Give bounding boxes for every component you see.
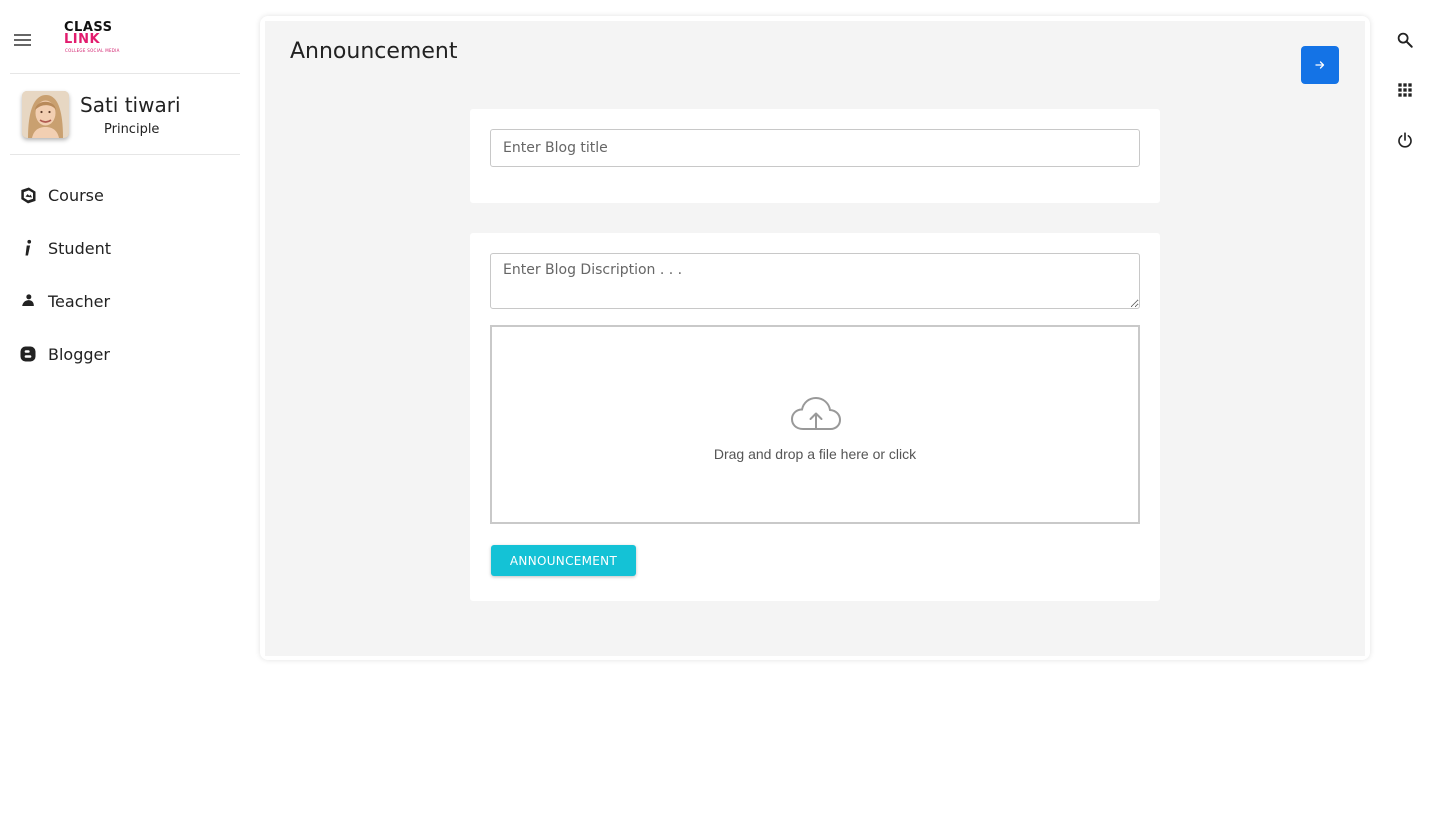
go-button[interactable] — [1301, 46, 1339, 84]
sidebar: CLASS LINK COLLEGE SOCIAL MEDIA Sati tiw… — [0, 0, 250, 817]
arrow-right-icon — [1315, 61, 1325, 69]
course-icon — [21, 187, 36, 204]
power-icon — [1398, 132, 1412, 148]
search-icon — [1397, 32, 1413, 48]
user-name: Sati tiwari — [80, 93, 181, 117]
teacher-icon — [22, 294, 34, 306]
blog-description-input[interactable] — [490, 253, 1140, 309]
logo-line2-text: LINK — [64, 32, 101, 47]
blogger-icon — [20, 346, 36, 362]
avatar[interactable] — [22, 91, 69, 138]
sidebar-item-label: Teacher — [48, 291, 111, 311]
sidebar-divider-bottom — [10, 154, 240, 155]
sidebar-item-label: Student — [48, 238, 111, 258]
app-logo[interactable]: CLASS LINK COLLEGE SOCIAL MEDIA — [64, 20, 124, 54]
sidebar-divider-top — [10, 73, 240, 74]
dropzone-text: Drag and drop a file here or click — [713, 446, 917, 462]
user-role: Principle — [104, 122, 160, 137]
logo-tagline: COLLEGE SOCIAL MEDIA — [65, 48, 120, 53]
page-title: Announcement — [290, 39, 458, 64]
search-button[interactable] — [1394, 29, 1416, 51]
sidebar-item-teacher[interactable]: Teacher — [18, 286, 110, 316]
apps-button[interactable] — [1394, 79, 1416, 101]
sidebar-item-student[interactable]: Student — [18, 233, 111, 263]
sidebar-item-label: Blogger — [48, 344, 110, 364]
power-button[interactable] — [1394, 129, 1416, 151]
blog-title-input[interactable] — [490, 129, 1140, 167]
announcement-button[interactable]: ANNOUNCEMENT — [491, 545, 636, 576]
sidebar-item-course[interactable]: Course — [18, 180, 104, 210]
file-dropzone[interactable]: Drag and drop a file here or click — [490, 325, 1140, 524]
student-icon — [25, 239, 32, 256]
cloud-upload-icon — [790, 396, 842, 430]
sidebar-item-label: Course — [48, 185, 104, 205]
logo-line2: LINK — [64, 32, 101, 47]
hamburger-menu-icon[interactable] — [14, 31, 34, 49]
sidebar-item-blogger[interactable]: Blogger — [18, 339, 110, 369]
apps-grid-icon — [1398, 83, 1412, 97]
